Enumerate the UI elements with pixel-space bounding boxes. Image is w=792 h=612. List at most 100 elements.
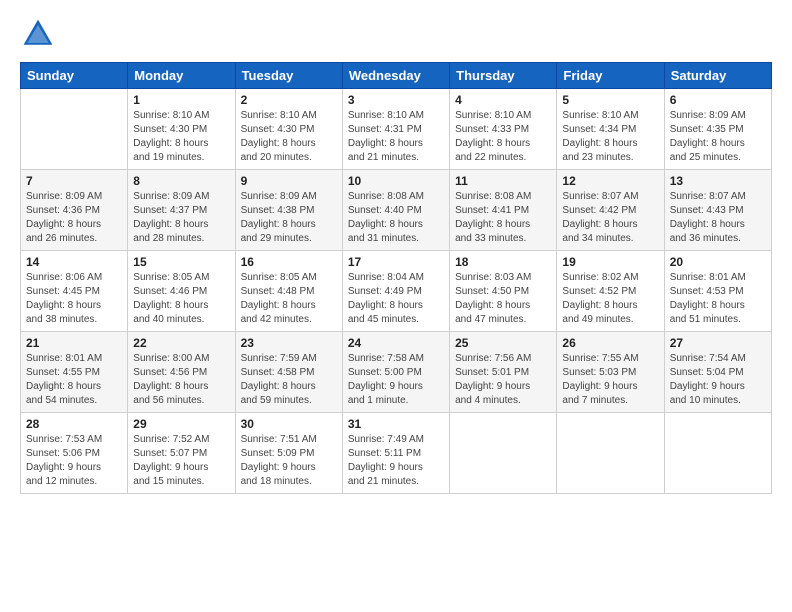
day-info: Sunrise: 7:52 AM Sunset: 5:07 PM Dayligh… (133, 433, 229, 489)
day-number: 16 (241, 255, 337, 269)
calendar-row: 1 Sunrise: 8:10 AM Sunset: 4:30 PM Daylig… (21, 89, 772, 170)
day-info: Sunrise: 7:58 AM Sunset: 5:00 PM Dayligh… (348, 352, 444, 408)
calendar-cell: 27 Sunrise: 7:54 AM Sunset: 5:04 PM Dayli… (664, 332, 771, 413)
day-number: 8 (133, 174, 229, 188)
calendar-cell: 6 Sunrise: 8:09 AM Sunset: 4:35 PM Daylig… (664, 89, 771, 170)
day-info: Sunrise: 8:10 AM Sunset: 4:33 PM Dayligh… (455, 109, 551, 165)
calendar-row: 7 Sunrise: 8:09 AM Sunset: 4:36 PM Daylig… (21, 170, 772, 251)
day-info: Sunrise: 8:07 AM Sunset: 4:43 PM Dayligh… (670, 190, 766, 246)
day-info: Sunrise: 7:55 AM Sunset: 5:03 PM Dayligh… (562, 352, 658, 408)
calendar-cell (21, 89, 128, 170)
col-header-monday: Monday (128, 63, 235, 89)
calendar-cell: 13 Sunrise: 8:07 AM Sunset: 4:43 PM Dayli… (664, 170, 771, 251)
day-info: Sunrise: 8:08 AM Sunset: 4:41 PM Dayligh… (455, 190, 551, 246)
day-number: 15 (133, 255, 229, 269)
calendar-cell (664, 413, 771, 494)
calendar-cell (557, 413, 664, 494)
calendar-cell: 24 Sunrise: 7:58 AM Sunset: 5:00 PM Dayli… (342, 332, 449, 413)
day-info: Sunrise: 8:01 AM Sunset: 4:55 PM Dayligh… (26, 352, 122, 408)
calendar-cell: 25Sunrise: 7:56 AM Sunset: 5:01 PM Dayli… (450, 332, 557, 413)
day-number: 3 (348, 93, 444, 107)
calendar-cell: 30 Sunrise: 7:51 AM Sunset: 5:09 PM Dayli… (235, 413, 342, 494)
day-info: Sunrise: 7:54 AM Sunset: 5:04 PM Dayligh… (670, 352, 766, 408)
calendar-cell: 11 Sunrise: 8:08 AM Sunset: 4:41 PM Dayli… (450, 170, 557, 251)
day-info: Sunrise: 8:01 AM Sunset: 4:53 PM Dayligh… (670, 271, 766, 327)
day-number: 22 (133, 336, 229, 350)
calendar-row: 14 Sunrise: 8:06 AM Sunset: 4:45 PM Dayli… (21, 251, 772, 332)
day-info: Sunrise: 8:02 AM Sunset: 4:52 PM Dayligh… (562, 271, 658, 327)
calendar-cell: 1 Sunrise: 8:10 AM Sunset: 4:30 PM Daylig… (128, 89, 235, 170)
day-info: Sunrise: 8:05 AM Sunset: 4:46 PM Dayligh… (133, 271, 229, 327)
logo (20, 16, 60, 52)
day-info: Sunrise: 8:04 AM Sunset: 4:49 PM Dayligh… (348, 271, 444, 327)
day-number: 1 (133, 93, 229, 107)
calendar-cell: 18Sunrise: 8:03 AM Sunset: 4:50 PM Dayli… (450, 251, 557, 332)
day-info: Sunrise: 8:10 AM Sunset: 4:30 PM Dayligh… (241, 109, 337, 165)
day-info: Sunrise: 7:56 AM Sunset: 5:01 PM Dayligh… (455, 352, 551, 408)
calendar-cell: 23 Sunrise: 7:59 AM Sunset: 4:58 PM Dayli… (235, 332, 342, 413)
calendar-cell: 8 Sunrise: 8:09 AM Sunset: 4:37 PM Daylig… (128, 170, 235, 251)
calendar-cell: 29 Sunrise: 7:52 AM Sunset: 5:07 PM Dayli… (128, 413, 235, 494)
day-number: 5 (562, 93, 658, 107)
day-number: 28 (26, 417, 122, 431)
header (20, 16, 772, 52)
day-number: 21 (26, 336, 122, 350)
day-number: 29 (133, 417, 229, 431)
calendar-cell: 22Sunrise: 8:00 AM Sunset: 4:56 PM Dayli… (128, 332, 235, 413)
calendar-cell: 20Sunrise: 8:01 AM Sunset: 4:53 PM Dayli… (664, 251, 771, 332)
day-number: 13 (670, 174, 766, 188)
calendar-cell (450, 413, 557, 494)
calendar-cell: 26 Sunrise: 7:55 AM Sunset: 5:03 PM Dayli… (557, 332, 664, 413)
day-info: Sunrise: 8:06 AM Sunset: 4:45 PM Dayligh… (26, 271, 122, 327)
day-number: 4 (455, 93, 551, 107)
calendar-cell: 28 Sunrise: 7:53 AM Sunset: 5:06 PM Dayli… (21, 413, 128, 494)
day-number: 10 (348, 174, 444, 188)
day-number: 6 (670, 93, 766, 107)
calendar-cell: 9Sunrise: 8:09 AM Sunset: 4:38 PM Daylig… (235, 170, 342, 251)
logo-icon (20, 16, 56, 52)
calendar-row: 28 Sunrise: 7:53 AM Sunset: 5:06 PM Dayli… (21, 413, 772, 494)
day-info: Sunrise: 8:09 AM Sunset: 4:35 PM Dayligh… (670, 109, 766, 165)
day-number: 23 (241, 336, 337, 350)
calendar-cell: 7 Sunrise: 8:09 AM Sunset: 4:36 PM Daylig… (21, 170, 128, 251)
day-number: 18 (455, 255, 551, 269)
day-info: Sunrise: 8:10 AM Sunset: 4:30 PM Dayligh… (133, 109, 229, 165)
calendar-cell: 17 Sunrise: 8:04 AM Sunset: 4:49 PM Dayli… (342, 251, 449, 332)
col-header-thursday: Thursday (450, 63, 557, 89)
day-info: Sunrise: 7:59 AM Sunset: 4:58 PM Dayligh… (241, 352, 337, 408)
day-info: Sunrise: 7:51 AM Sunset: 5:09 PM Dayligh… (241, 433, 337, 489)
day-number: 9 (241, 174, 337, 188)
day-info: Sunrise: 7:49 AM Sunset: 5:11 PM Dayligh… (348, 433, 444, 489)
col-header-sunday: Sunday (21, 63, 128, 89)
calendar-cell: 2 Sunrise: 8:10 AM Sunset: 4:30 PM Daylig… (235, 89, 342, 170)
day-number: 11 (455, 174, 551, 188)
page: SundayMondayTuesdayWednesdayThursdayFrid… (0, 0, 792, 506)
day-number: 7 (26, 174, 122, 188)
day-info: Sunrise: 8:08 AM Sunset: 4:40 PM Dayligh… (348, 190, 444, 246)
header-row: SundayMondayTuesdayWednesdayThursdayFrid… (21, 63, 772, 89)
day-info: Sunrise: 8:10 AM Sunset: 4:34 PM Dayligh… (562, 109, 658, 165)
day-number: 14 (26, 255, 122, 269)
calendar-cell: 31 Sunrise: 7:49 AM Sunset: 5:11 PM Dayli… (342, 413, 449, 494)
day-number: 26 (562, 336, 658, 350)
day-number: 27 (670, 336, 766, 350)
day-info: Sunrise: 7:53 AM Sunset: 5:06 PM Dayligh… (26, 433, 122, 489)
calendar-cell: 14 Sunrise: 8:06 AM Sunset: 4:45 PM Dayli… (21, 251, 128, 332)
day-number: 30 (241, 417, 337, 431)
calendar-table: SundayMondayTuesdayWednesdayThursdayFrid… (20, 62, 772, 494)
col-header-tuesday: Tuesday (235, 63, 342, 89)
day-info: Sunrise: 8:09 AM Sunset: 4:36 PM Dayligh… (26, 190, 122, 246)
calendar-cell: 16 Sunrise: 8:05 AM Sunset: 4:48 PM Dayli… (235, 251, 342, 332)
day-number: 24 (348, 336, 444, 350)
col-header-wednesday: Wednesday (342, 63, 449, 89)
col-header-saturday: Saturday (664, 63, 771, 89)
day-number: 31 (348, 417, 444, 431)
day-number: 19 (562, 255, 658, 269)
day-number: 2 (241, 93, 337, 107)
calendar-cell: 10 Sunrise: 8:08 AM Sunset: 4:40 PM Dayli… (342, 170, 449, 251)
day-info: Sunrise: 8:05 AM Sunset: 4:48 PM Dayligh… (241, 271, 337, 327)
day-info: Sunrise: 8:09 AM Sunset: 4:37 PM Dayligh… (133, 190, 229, 246)
day-number: 17 (348, 255, 444, 269)
calendar-cell: 5 Sunrise: 8:10 AM Sunset: 4:34 PM Daylig… (557, 89, 664, 170)
calendar-cell: 19 Sunrise: 8:02 AM Sunset: 4:52 PM Dayli… (557, 251, 664, 332)
